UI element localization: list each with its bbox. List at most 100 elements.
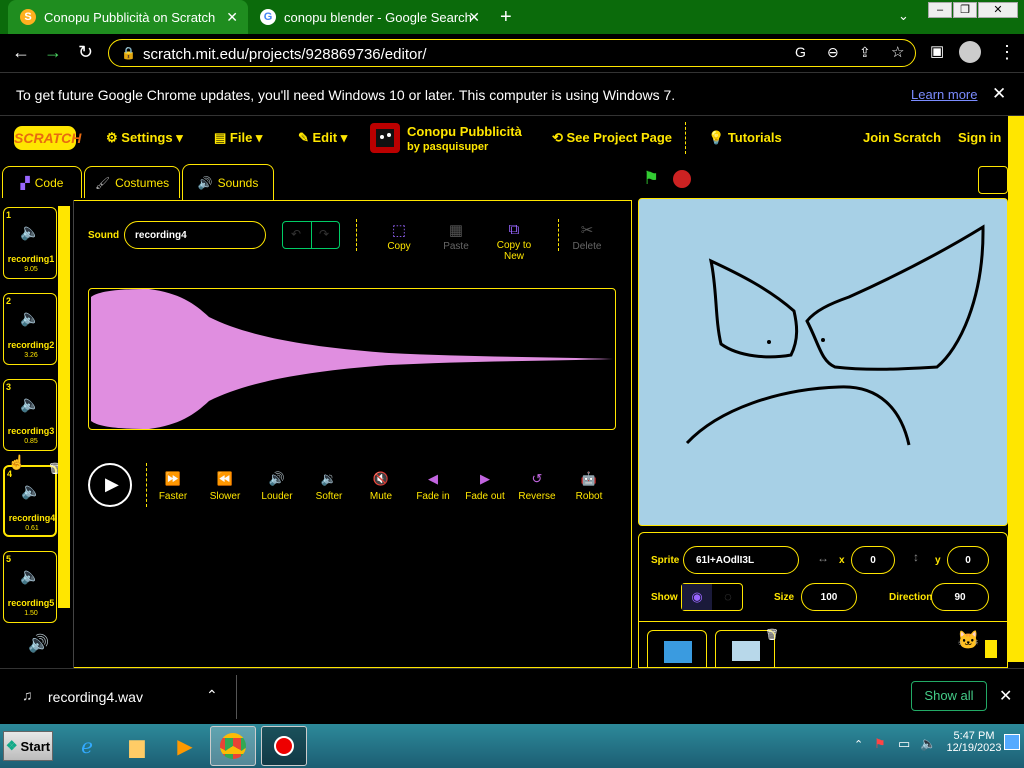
sound-item[interactable]: 1 🔈 recording1 9.05: [3, 207, 57, 279]
effect-faster-button[interactable]: ⏩ Faster: [147, 471, 199, 502]
y-arrows-icon: ↕: [913, 550, 919, 564]
redo-icon[interactable]: ↷: [319, 227, 329, 241]
tab-scratch[interactable]: S Conopu Pubblicità on Scratch ✕: [8, 0, 248, 34]
effect-softer-button[interactable]: 🔉 Softer: [303, 471, 355, 502]
omnibox[interactable]: 🔒 scratch.mit.edu/projects/928869736/edi…: [108, 39, 916, 67]
copy-to-new-button[interactable]: ⧉ Copy to New: [486, 221, 542, 262]
window-close-icon[interactable]: ✕: [978, 2, 1018, 18]
sound-name-input[interactable]: recording4: [124, 221, 266, 249]
sound-list-scrollbar[interactable]: [58, 206, 70, 608]
infobar-close-icon[interactable]: ✕: [992, 84, 1006, 104]
sprite-thumb[interactable]: [647, 630, 707, 670]
sound-item[interactable]: 2 🔈 recording2 3.26: [3, 293, 57, 365]
tab-costumes[interactable]: 🖌 Costumes: [84, 166, 180, 198]
close-tab-icon[interactable]: ✕: [226, 9, 238, 26]
eye-visible-icon[interactable]: ◉: [682, 584, 712, 610]
waveform-panel[interactable]: [88, 288, 616, 430]
volume-icon[interactable]: 🔈: [920, 736, 936, 752]
project-title[interactable]: Conopu Pubblicità: [407, 124, 522, 139]
chrome-menu-icon[interactable]: ⋮: [998, 42, 1016, 63]
sign-in-button[interactable]: Sign in: [958, 130, 1001, 145]
tab-sounds[interactable]: 🔊 Sounds: [182, 164, 274, 200]
x-arrows-icon: ↔: [817, 551, 829, 565]
y-input[interactable]: 0: [947, 546, 989, 574]
effect-mute-button[interactable]: 🔇 Mute: [355, 471, 407, 502]
close-tab-icon[interactable]: ✕: [468, 9, 480, 26]
show-all-button[interactable]: Show all: [911, 681, 987, 711]
effect-reverse-button[interactable]: ↺ Reverse: [511, 471, 563, 502]
chrome-taskbar-icon[interactable]: [210, 726, 256, 766]
delete-button[interactable]: ✂ Delete: [559, 221, 615, 252]
sound-item[interactable]: 3 🔈 recording3 0.85: [3, 379, 57, 451]
new-tab-icon[interactable]: +: [500, 6, 512, 29]
delete-sprite-icon[interactable]: 🗑: [765, 628, 779, 641]
sprite-label: Sprite: [651, 555, 680, 566]
undo-icon[interactable]: ↶: [291, 227, 301, 241]
show-hidden-icons[interactable]: ⌃: [854, 738, 863, 751]
paste-button[interactable]: ▦ Paste: [428, 221, 484, 252]
add-sound-icon[interactable]: 🔊: [28, 634, 49, 654]
louder-icon: 🔊: [268, 471, 286, 486]
show-desktop-icon[interactable]: [1004, 734, 1020, 750]
clock-date: 12/19/2023: [946, 742, 1002, 754]
effect-fade-out-button[interactable]: ▶ Fade out: [459, 471, 511, 502]
share-icon[interactable]: ⇪: [859, 44, 871, 61]
file-menu[interactable]: ▤ File ▾: [214, 130, 262, 146]
add-sprite-icon[interactable]: 🐱: [957, 630, 979, 651]
bookmark-star-icon[interactable]: ☆: [891, 43, 904, 61]
x-input[interactable]: 0: [851, 546, 895, 574]
action-center-icon[interactable]: ⚑: [874, 736, 886, 752]
page-scrollbar[interactable]: [1008, 116, 1024, 662]
effect-louder-button[interactable]: 🔊 Louder: [251, 471, 303, 502]
taskbar-clock[interactable]: 5:47 PM 12/19/2023: [944, 730, 1004, 754]
effect-fade-in-button[interactable]: ◀ Fade in: [407, 471, 459, 502]
sidepanel-icon[interactable]: ▣: [930, 42, 944, 60]
see-project-page-button[interactable]: ⟲ See Project Page: [552, 130, 672, 146]
profile-avatar-icon[interactable]: [959, 41, 981, 63]
download-filename[interactable]: recording4.wav: [48, 689, 143, 705]
tutorials-button[interactable]: 💡 Tutorials: [708, 130, 782, 146]
copy-button[interactable]: ⬚ Copy: [371, 221, 427, 252]
zoom-icon[interactable]: ⊖: [827, 44, 839, 61]
media-player-icon[interactable]: ▶: [162, 726, 208, 766]
tab-google[interactable]: G conopu blender - Google Search ✕: [250, 0, 490, 34]
paste-icon: ▦: [448, 222, 464, 239]
start-button[interactable]: ❖ Start: [3, 731, 53, 761]
join-scratch-button[interactable]: Join Scratch: [863, 130, 941, 145]
sound-item-selected[interactable]: 4 🔈 recording4 0.61: [3, 465, 57, 537]
tab-search-icon[interactable]: ⌄: [898, 8, 909, 24]
size-input[interactable]: 100: [801, 583, 857, 611]
stage-size-toggle[interactable]: [978, 166, 1008, 194]
play-button[interactable]: ▶: [88, 463, 132, 507]
green-flag-icon[interactable]: ⚑: [643, 168, 659, 189]
reload-icon[interactable]: ↻: [78, 42, 93, 63]
direction-input[interactable]: 90: [931, 583, 989, 611]
stage-select-strip[interactable]: [985, 640, 997, 658]
mute-icon: 🔇: [372, 471, 390, 486]
close-downloads-icon[interactable]: ✕: [999, 686, 1012, 706]
file-explorer-icon[interactable]: ▆: [114, 726, 160, 766]
edit-menu[interactable]: ✎ Edit ▾: [298, 130, 347, 146]
effect-slower-button[interactable]: ⏪ Slower: [199, 471, 251, 502]
settings-menu[interactable]: ⚙ Settings ▾: [106, 130, 183, 146]
network-icon[interactable]: ▭: [898, 736, 910, 752]
download-menu-icon[interactable]: ⌃: [206, 687, 218, 704]
internet-explorer-icon[interactable]: ℯ: [64, 726, 110, 766]
project-author[interactable]: by pasquisuper: [407, 141, 488, 153]
sound-speaker-icon: 🔈: [20, 568, 40, 585]
eye-hidden-icon[interactable]: ◌: [713, 584, 743, 610]
restore-icon[interactable]: ❐: [953, 2, 977, 18]
effect-robot-button[interactable]: 🤖 Robot: [563, 471, 615, 502]
stage[interactable]: [638, 198, 1008, 526]
google-lens-icon[interactable]: G: [795, 44, 806, 60]
scratch-logo[interactable]: SCRATCH: [14, 126, 81, 150]
tab-code[interactable]: ▞ Code: [2, 166, 82, 198]
back-icon[interactable]: ←: [12, 42, 30, 63]
recorder-taskbar-icon[interactable]: [261, 726, 307, 766]
learn-more-link[interactable]: Learn more: [911, 87, 977, 102]
forward-icon[interactable]: →: [44, 42, 62, 63]
sprite-name-input[interactable]: 61l+AOdlI3L: [683, 546, 799, 574]
sound-item[interactable]: 5 🔈 recording5 1.50: [3, 551, 57, 623]
stop-icon[interactable]: [673, 170, 691, 188]
minimize-icon[interactable]: –: [928, 2, 952, 18]
